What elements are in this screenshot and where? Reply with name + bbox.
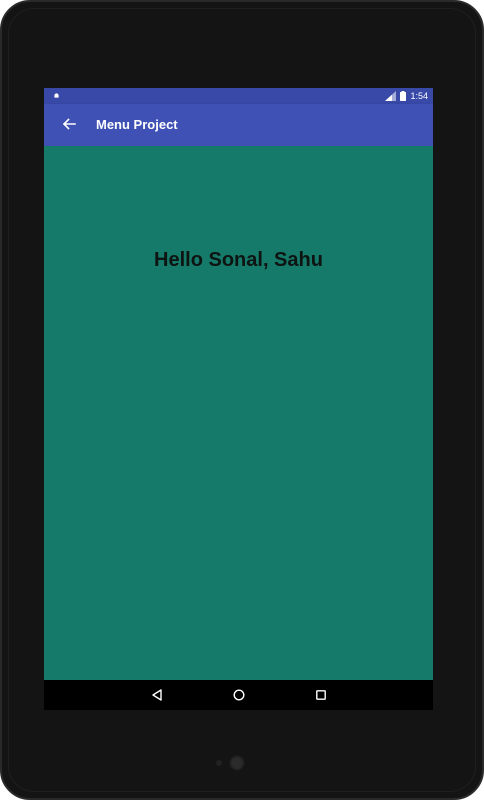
android-notification-icon	[54, 93, 59, 98]
signal-icon	[385, 91, 397, 101]
phone-screen: 1:54 Menu Project Hello Sonal, Sahu	[44, 88, 433, 710]
home-circle-icon	[233, 689, 245, 701]
nav-home-button[interactable]	[227, 684, 251, 706]
battery-icon	[400, 91, 407, 101]
greeting-text: Hello Sonal, Sahu	[154, 249, 323, 271]
nav-recents-button[interactable]	[309, 684, 333, 706]
front-camera	[229, 755, 245, 771]
recents-square-icon	[316, 690, 326, 700]
status-bar: 1:54	[44, 88, 433, 104]
back-button[interactable]	[56, 111, 82, 137]
status-time: 1:54	[410, 91, 428, 101]
navigation-bar	[44, 680, 433, 710]
nav-back-button[interactable]	[145, 684, 169, 706]
status-icons: 1:54	[385, 90, 428, 102]
app-bar: Menu Project	[44, 104, 433, 146]
app-title: Menu Project	[96, 117, 178, 132]
main-content: Hello Sonal, Sahu	[44, 146, 433, 680]
arrow-left-icon	[62, 118, 76, 130]
back-triangle-icon	[152, 689, 162, 701]
proximity-sensor	[216, 760, 222, 766]
